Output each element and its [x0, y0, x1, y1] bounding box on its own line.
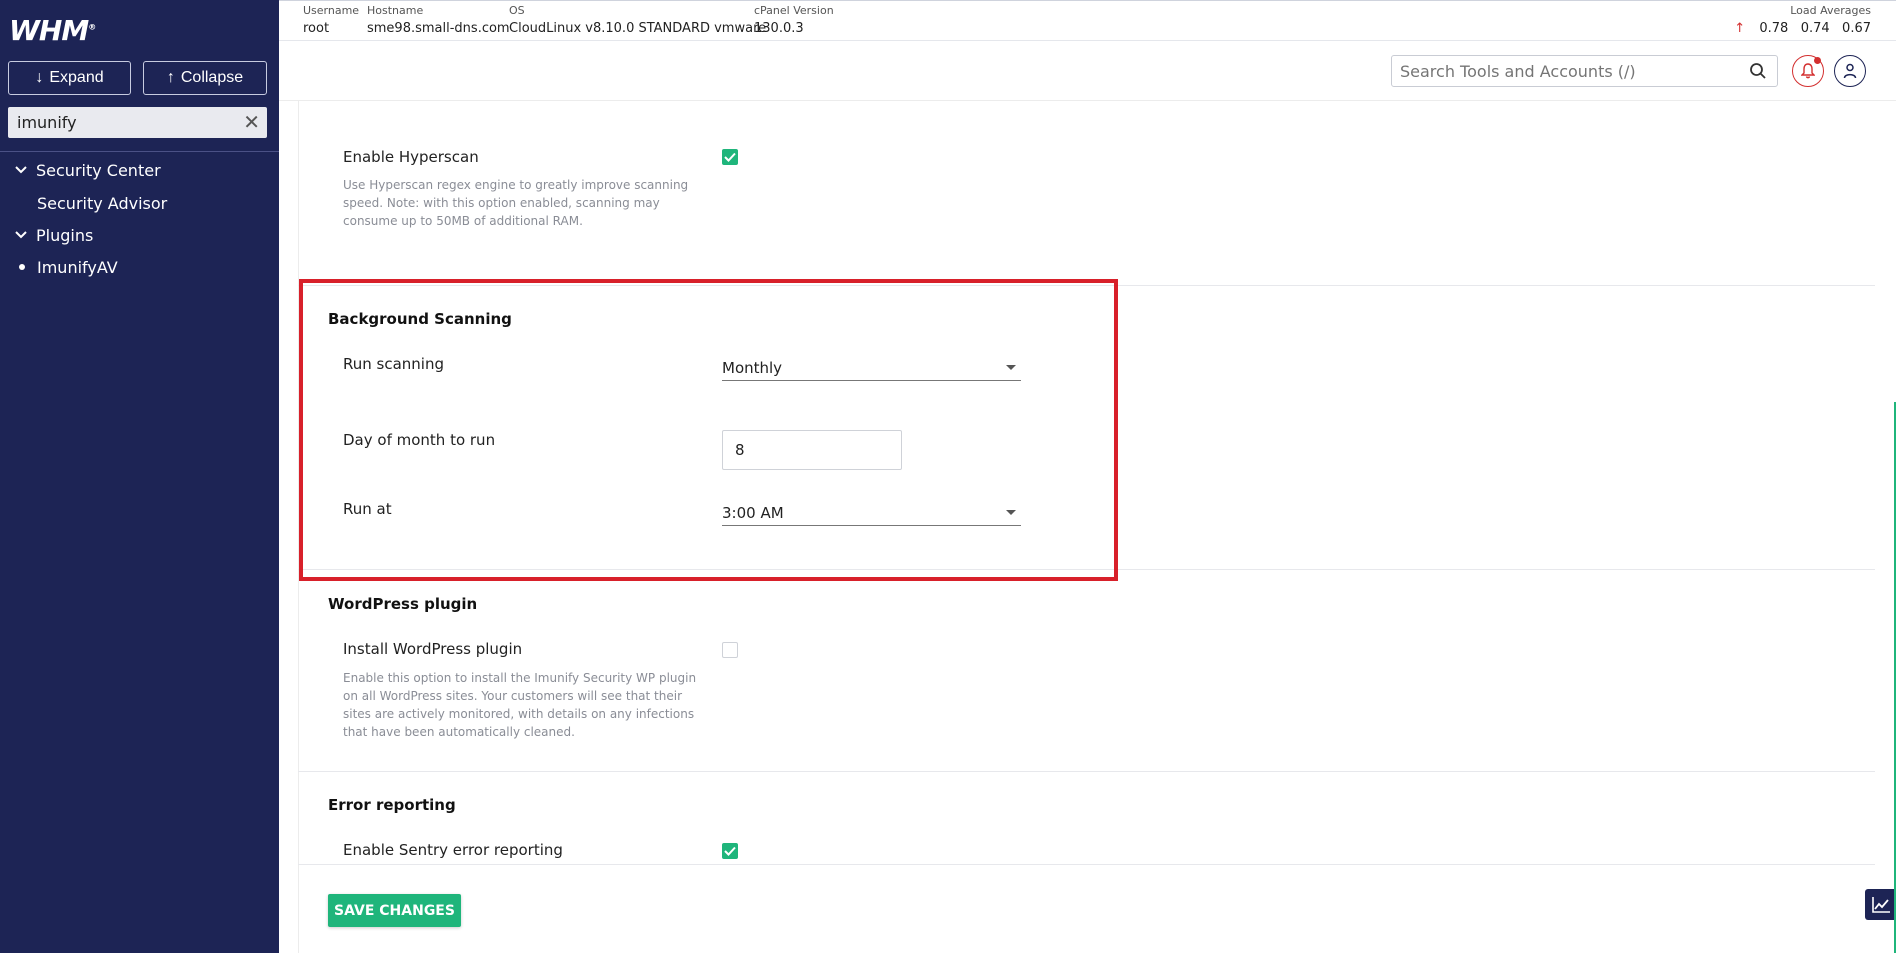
- load-15min: 0.67: [1842, 21, 1871, 36]
- sidebar-search-input[interactable]: [8, 113, 228, 132]
- user-icon: [1843, 63, 1857, 79]
- sidebar: WHM® ↓ Expand ↑ Collapse ✕ Security Cent…: [0, 0, 279, 953]
- hostname-stat: Hostname sme98.small-dns.com: [367, 4, 510, 36]
- arrow-down-icon: ↓: [35, 69, 44, 86]
- checkmark-icon: [724, 152, 736, 162]
- error-reporting-title: Error reporting: [328, 796, 456, 814]
- expand-button[interactable]: ↓ Expand: [8, 61, 131, 95]
- install-wordpress-label: Install WordPress plugin: [343, 640, 523, 658]
- load-5min: 0.74: [1800, 21, 1830, 36]
- hyperscan-label: Enable Hyperscan: [343, 148, 479, 166]
- os-stat: OS CloudLinux v8.10.0 STANDARD vmware: [509, 4, 767, 36]
- chevron-down-icon: [14, 228, 28, 243]
- wordpress-plugin-title: WordPress plugin: [328, 595, 478, 613]
- sidebar-item-security-advisor[interactable]: Security Advisor: [0, 192, 279, 214]
- sidebar-divider: [0, 151, 279, 152]
- hyperscan-checkbox[interactable]: [722, 149, 738, 165]
- sidebar-item-security-center[interactable]: Security Center: [0, 159, 279, 181]
- chevron-down-icon: [14, 163, 28, 178]
- sidebar-item-label: Security Center: [36, 160, 161, 180]
- install-wordpress-description: Enable this option to install the Imunif…: [343, 671, 697, 739]
- checkmark-icon: [724, 846, 736, 856]
- cpanel-version-stat: cPanel Version 130.0.3: [754, 4, 834, 36]
- collapse-label: Collapse: [180, 69, 244, 86]
- bell-icon: [1801, 63, 1815, 79]
- arrow-up-icon: ↑: [166, 69, 175, 86]
- server-info-bar: Username root Hostname sme98.small-dns.c…: [279, 0, 1896, 41]
- user-menu-button[interactable]: [1834, 55, 1866, 87]
- load-up-arrow-icon: ↑: [1734, 21, 1746, 36]
- clear-search-icon[interactable]: ✕: [243, 111, 260, 133]
- load-1min: 0.78: [1759, 21, 1789, 36]
- active-dot-icon: [19, 264, 25, 270]
- notifications-button[interactable]: [1792, 55, 1824, 87]
- sidebar-item-label: Security Advisor: [37, 193, 168, 213]
- search-icon[interactable]: [1749, 62, 1767, 80]
- sidebar-search: ✕: [8, 107, 267, 138]
- sentry-checkbox[interactable]: [722, 843, 738, 859]
- sidebar-item-plugins[interactable]: Plugins: [0, 224, 279, 246]
- section-divider: [298, 771, 1875, 772]
- whm-logo[interactable]: WHM®: [9, 14, 96, 47]
- global-search-input[interactable]: [1392, 61, 1732, 81]
- expand-label: Expand: [49, 69, 104, 86]
- section-divider: [298, 864, 1875, 865]
- global-search: [1391, 55, 1778, 87]
- load-averages: Load Averages ↑ 0.78 0.74 0.67: [1734, 4, 1871, 36]
- line-chart-icon: [1871, 896, 1890, 913]
- username-stat: Username root: [303, 4, 360, 36]
- stats-chart-button[interactable]: [1865, 889, 1896, 920]
- collapse-button[interactable]: ↑ Collapse: [143, 61, 267, 95]
- sidebar-item-label: Plugins: [36, 225, 94, 245]
- sentry-label: Enable Sentry error reporting: [343, 841, 563, 859]
- hyperscan-description: Use Hyperscan regex engine to greatly im…: [343, 178, 689, 228]
- install-wordpress-checkbox[interactable]: [722, 642, 738, 658]
- highlight-annotation: [299, 279, 1118, 581]
- sidebar-item-label: ImunifyAV: [37, 257, 118, 277]
- notification-badge: [1814, 57, 1821, 64]
- sidebar-item-imunifyav[interactable]: ImunifyAV: [0, 256, 279, 278]
- save-changes-button[interactable]: SAVE CHANGES: [328, 894, 461, 927]
